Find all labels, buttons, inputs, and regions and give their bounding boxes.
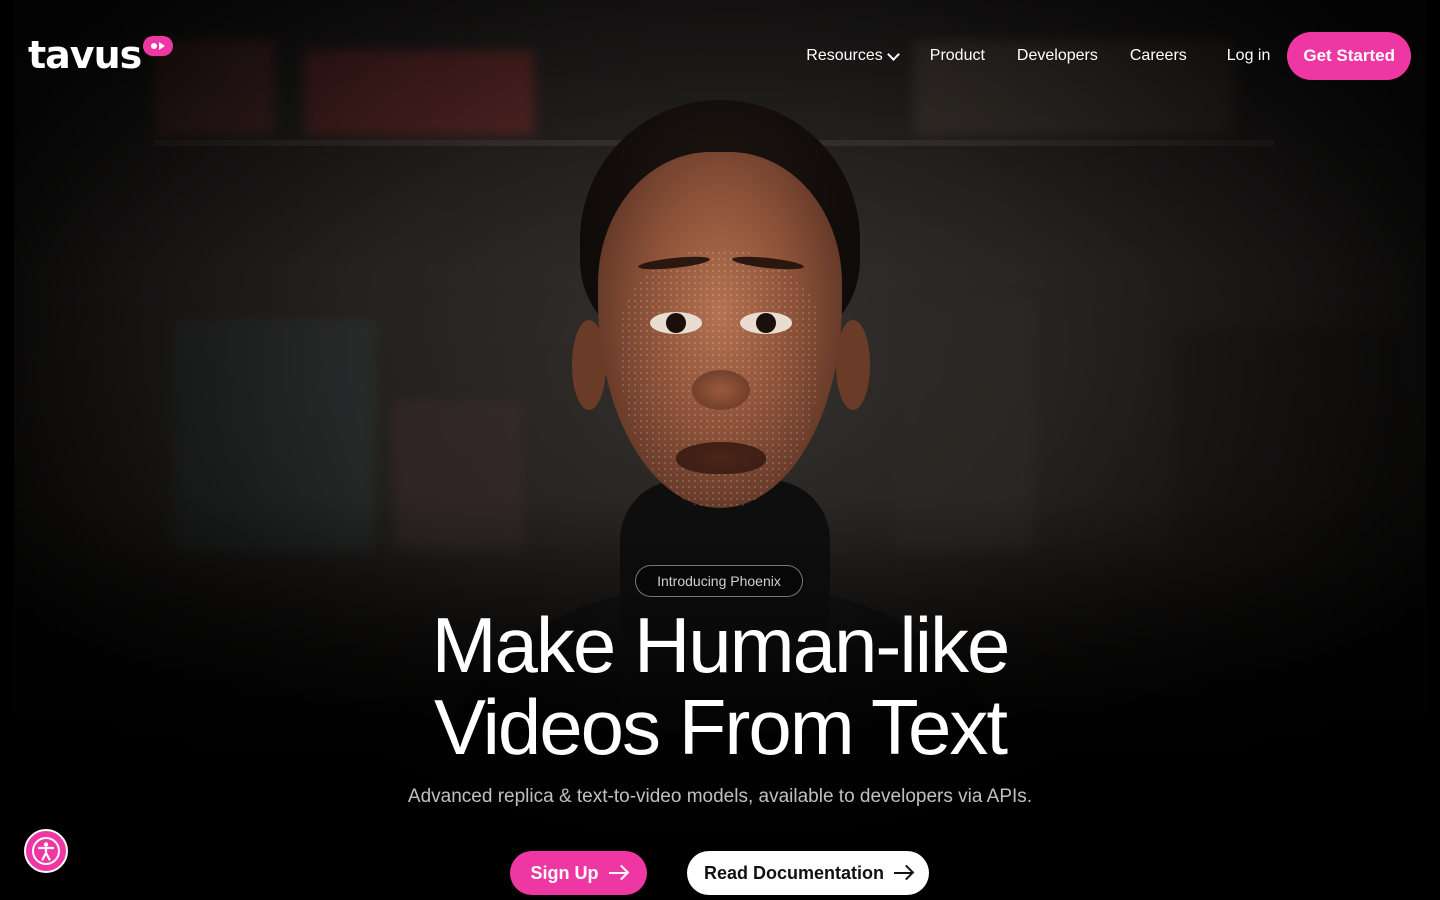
read-documentation-button[interactable]: Read Documentation [687,851,929,895]
announcement-pill[interactable]: Introducing Phoenix [635,565,803,597]
hero-headline-line-1: Make Human-like [431,601,1011,689]
nav-item-label: Product [929,47,985,64]
accessibility-icon [32,837,60,865]
accessibility-button[interactable] [24,829,68,873]
hero-subheadline: Advanced replica & text-to-video models,… [407,786,1033,807]
brand-logo[interactable]: tavus [28,33,174,77]
play-badge-icon [143,36,174,56]
nav-item-product[interactable]: Product [930,47,985,65]
brand-logo-text: tavus [28,33,142,77]
nav-item-developers[interactable]: Developers [1017,47,1098,65]
hero-headline-line-2: Videos From Text [433,683,1008,771]
sign-up-label: Sign Up [530,862,599,883]
nav-item-label: Resources [806,47,883,64]
sign-up-button[interactable]: Sign Up [510,851,647,895]
read-documentation-label: Read Documentation [703,862,885,883]
main-nav: Resources Product Developers Careers Log… [806,32,1411,80]
nav-item-label: Careers [1129,47,1187,64]
login-link[interactable]: Log in [1227,47,1271,65]
chevron-down-icon [886,47,900,61]
landing-page: tavus Resources Product Developers Caree… [0,0,1440,900]
get-started-button[interactable]: Get Started [1287,32,1411,80]
hero-headline: Make Human-like Videos From Text [320,604,1120,768]
nav-item-careers[interactable]: Careers [1130,47,1187,65]
arrow-right-icon [894,872,913,874]
nav-item-resources[interactable]: Resources [806,47,900,65]
nav-item-label: Developers [1016,47,1098,64]
arrow-right-icon [608,872,627,874]
